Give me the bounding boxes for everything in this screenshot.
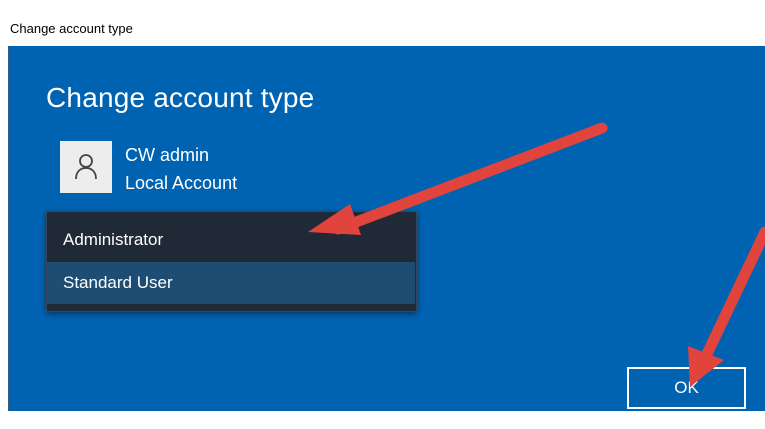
dropdown-option-standard-user[interactable]: Standard User: [47, 262, 415, 304]
account-type-dropdown[interactable]: Administrator Standard User: [46, 211, 417, 312]
change-account-type-window: Change account type Change account type …: [0, 0, 765, 429]
ok-button[interactable]: OK: [627, 367, 746, 409]
user-icon: [75, 154, 97, 180]
window-bottom-strip: [0, 411, 765, 429]
dropdown-option-administrator[interactable]: Administrator: [47, 219, 415, 261]
page-title: Change account type: [46, 82, 315, 113]
title-bar: Change account type: [0, 0, 765, 46]
window-title: Change account type: [10, 21, 133, 36]
avatar: [60, 141, 112, 193]
account-type-label: Local Account: [125, 173, 238, 193]
account-name: CW admin: [125, 145, 210, 165]
